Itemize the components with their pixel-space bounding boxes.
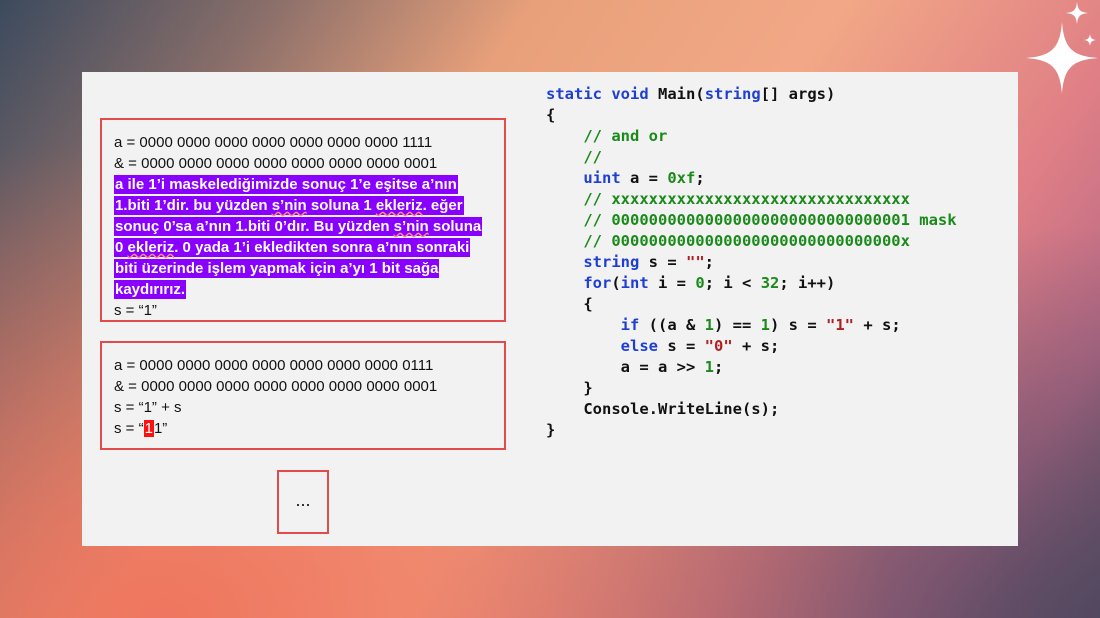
code-line-14: a = a >> 1; [546, 357, 957, 378]
keyword-int: int [620, 274, 649, 292]
keyword-uint: uint [583, 169, 621, 187]
new-bit-highlight: 1 [143, 420, 154, 437]
code-text: [] args) [760, 85, 836, 103]
code-text: ( [611, 274, 621, 292]
number-literal: 1 [704, 358, 714, 376]
keyword-if: if [620, 316, 640, 334]
code-text: + s; [732, 337, 780, 355]
code-line-6: // xxxxxxxxxxxxxxxxxxxxxxxxxxxxxxxx [546, 190, 910, 208]
code-text: ; i++) [779, 274, 836, 292]
slide-panel: a = 0000 0000 0000 0000 0000 0000 0000 1… [82, 72, 1018, 546]
code-line-12: if ((a & 1) == 1) s = "1" + s; [546, 315, 957, 336]
keyword-void: void [611, 85, 649, 103]
code-text: ; [714, 358, 724, 376]
number-literal: 0 [695, 274, 705, 292]
explanation-box-2: a = 0000 0000 0000 0000 0000 0000 0000 0… [100, 341, 506, 450]
keyword-static: static [546, 85, 602, 103]
number-literal: 0xf [667, 169, 696, 187]
code-text: a = [620, 169, 668, 187]
code-line-9: string s = ""; [546, 252, 957, 273]
explanation-sn-2: s’nin [393, 218, 429, 235]
number-literal: 32 [760, 274, 780, 292]
code-block: static void Main(string[] args) { // and… [546, 84, 957, 441]
code-text: ; i < [704, 274, 761, 292]
ellipsis-box: ... [277, 470, 329, 534]
code-text: Main( [658, 85, 705, 103]
explanation-box-1: a = 0000 0000 0000 0000 0000 0000 0000 1… [100, 118, 506, 322]
explanation-part-b: soluna 1 [306, 197, 376, 214]
code-text: ; [695, 169, 705, 187]
code-line-3: // and or [546, 127, 668, 145]
code-line-10: for(int i = 0; i < 32; i++) [546, 273, 957, 294]
code-line-15: } [546, 379, 593, 397]
code-line-8: // 0000000000000000000000000000000x [546, 232, 910, 250]
explanation-ekleriz-1: ekleriz [375, 197, 423, 214]
keyword-for: for [583, 274, 612, 292]
code-text: ((a & [639, 316, 705, 334]
keyword-string: string [704, 85, 761, 103]
box1-line-mask: & = 0000 0000 0000 0000 0000 0000 0000 0… [114, 155, 438, 172]
code-line-16: Console.WriteLine(s); [546, 400, 780, 418]
code-text: a = a >> [620, 358, 705, 376]
highlighted-explanation: a ile 1’i maskelediğimizde sonuç 1’e eşi… [114, 174, 486, 300]
box2-line-s-value: s = “11” [114, 418, 437, 439]
sparkle-small-icon [1066, 2, 1088, 24]
code-text: ) == [714, 316, 761, 334]
box2-line-a: a = 0000 0000 0000 0000 0000 0000 0000 0… [114, 357, 434, 374]
box1-line-s: s = “1” [114, 302, 157, 319]
string-literal: "" [686, 253, 705, 271]
code-line-2: { [546, 106, 556, 124]
code-line-1: static void Main(string[] args) [546, 84, 957, 105]
string-literal: "1" [826, 316, 855, 334]
code-line-13: else s = "0" + s; [546, 336, 957, 357]
ellipsis-text: ... [295, 490, 311, 510]
box2-line-mask: & = 0000 0000 0000 0000 0000 0000 0000 0… [114, 378, 438, 395]
code-line-7: // 00000000000000000000000000000001 mask [546, 211, 957, 229]
code-line-17: } [546, 421, 556, 439]
box1-line-a: a = 0000 0000 0000 0000 0000 0000 0000 1… [114, 134, 433, 151]
code-text: ) s = [770, 316, 827, 334]
sparkle-tiny-icon [1084, 34, 1096, 46]
keyword-else: else [620, 337, 658, 355]
number-literal: 1 [760, 316, 771, 334]
code-text: s = [639, 253, 686, 271]
code-line-5: uint a = 0xf; [546, 168, 957, 189]
string-literal: "0" [704, 337, 733, 355]
explanation-ekleriz-2: ekleriz [127, 239, 175, 256]
box2-line-s-expr: s = “1” + s [114, 399, 182, 416]
code-text: ; [704, 253, 715, 271]
sparkle-large-icon [1026, 22, 1098, 94]
s-value-prefix: s = “ [114, 420, 144, 437]
s-value-suffix: 1” [153, 420, 168, 437]
code-line-11: { [546, 295, 593, 313]
number-literal: 1 [704, 316, 714, 334]
keyword-string: string [583, 253, 640, 271]
code-line-4: // [546, 148, 602, 166]
code-text: i = [648, 274, 696, 292]
code-text: + s; [854, 316, 901, 334]
code-text: s = [657, 337, 705, 355]
explanation-sn-1: s’nin [271, 197, 307, 214]
